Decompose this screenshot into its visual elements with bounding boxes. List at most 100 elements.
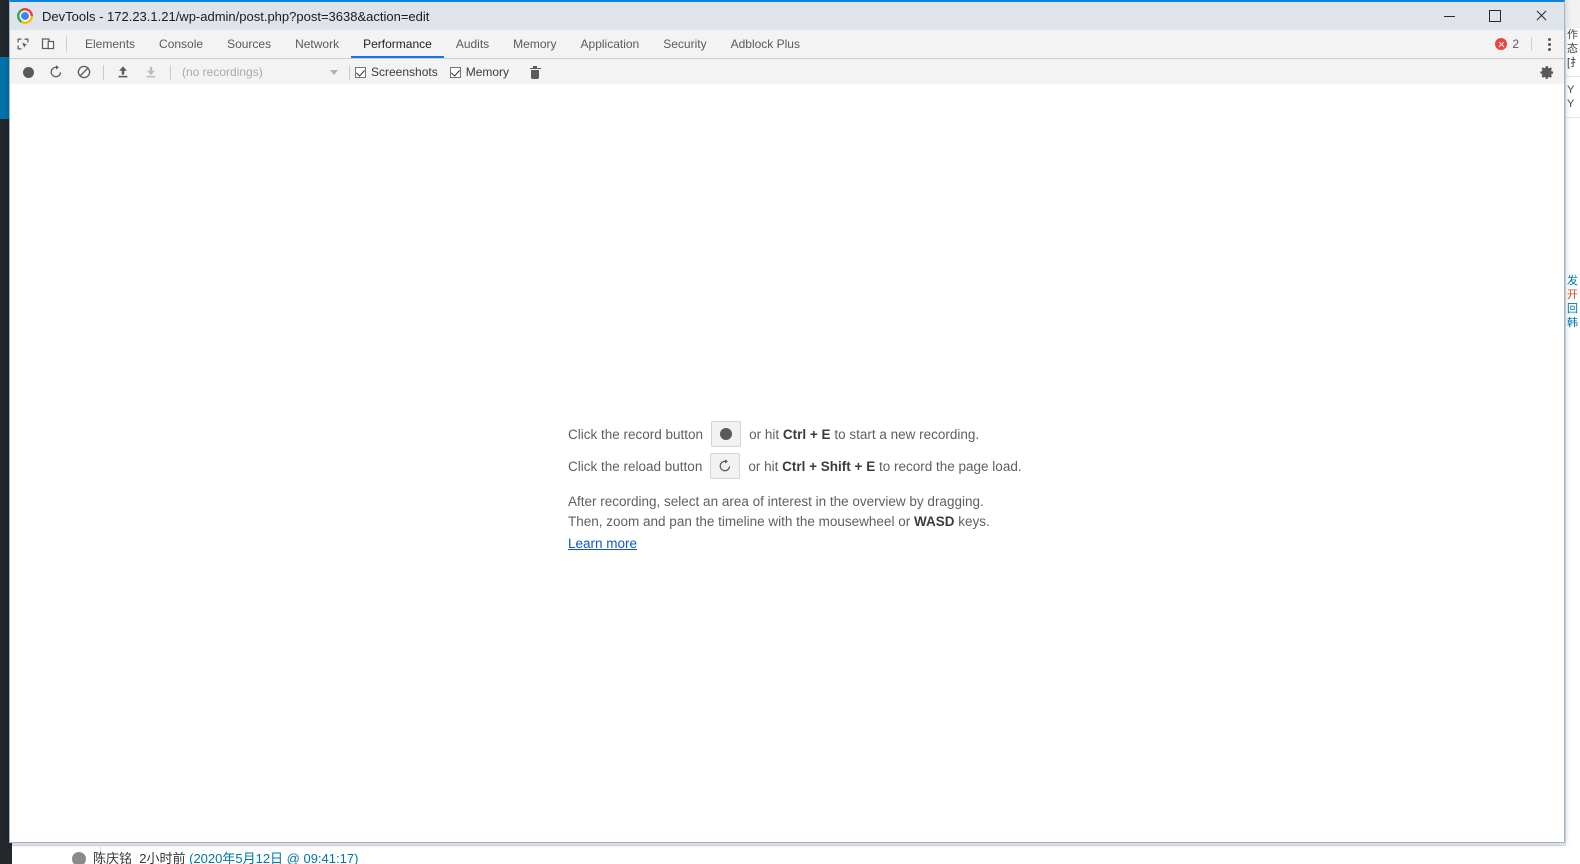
divider	[1531, 37, 1532, 51]
learn-more-link[interactable]: Learn more	[568, 534, 637, 554]
revision-date-link[interactable]: (2020年5月12日 @ 09:41:17)	[189, 851, 358, 864]
reload-instruction-suffix: to record the page load.	[878, 458, 1022, 474]
save-profile-icon	[146, 66, 156, 78]
tab-adblock-plus[interactable]: Adblock Plus	[719, 30, 812, 58]
close-button[interactable]	[1518, 2, 1564, 30]
shortcut-plus: +	[809, 426, 818, 442]
right-edge-link[interactable]: 发	[1566, 274, 1580, 288]
reload-and-record-button[interactable]	[42, 60, 70, 84]
save-profile-button[interactable]	[137, 60, 165, 84]
gear-icon	[1539, 65, 1553, 79]
tab-label: Adblock Plus	[730, 37, 800, 51]
settings-button[interactable]	[1534, 60, 1560, 84]
more-options-kebab-icon[interactable]	[1538, 33, 1560, 55]
console-error-badge[interactable]: 2	[1489, 37, 1525, 51]
tab-label: Security	[663, 37, 707, 51]
tab-network[interactable]: Network	[283, 30, 351, 58]
revision-meta-row: 陈庆铭 2小时前 (2020年5月12日 @ 09:41:17)	[72, 848, 358, 864]
tabstrip-right-controls: 2	[1489, 30, 1564, 58]
right-edge-text: 开	[1567, 289, 1578, 301]
description-line-2a: Then, zoom and pan the timeline with the…	[568, 514, 911, 529]
record-instruction-row: Click the record button or hit Ctrl + E …	[568, 418, 1328, 450]
right-edge-text: 作	[1567, 29, 1578, 41]
tab-application[interactable]: Application	[569, 30, 652, 58]
divider	[170, 64, 171, 80]
right-edge-text: 态	[1567, 43, 1578, 55]
divider	[349, 64, 350, 80]
clear-recording-button[interactable]	[70, 60, 98, 84]
right-edge-text: [扌	[1567, 57, 1580, 69]
collect-garbage-button[interactable]	[521, 60, 549, 84]
record-button[interactable]	[14, 60, 42, 84]
maximize-button[interactable]	[1472, 2, 1518, 30]
tab-label: Memory	[513, 37, 557, 51]
record-instruction-mid: or hit	[749, 426, 780, 442]
inline-record-button[interactable]	[711, 421, 742, 447]
tab-memory[interactable]: Memory	[501, 30, 568, 58]
shortcut-key: Ctrl	[782, 426, 807, 442]
tab-label: Elements	[85, 37, 136, 51]
inline-reload-button[interactable]	[710, 453, 741, 479]
tab-label: Performance	[363, 37, 432, 51]
tab-security[interactable]: Security	[651, 30, 718, 58]
checkbox-box	[355, 66, 366, 78]
tab-label: Network	[295, 37, 340, 51]
reload-record-icon	[50, 65, 62, 78]
collect-garbage-icon	[529, 65, 541, 79]
shortcut-key: E	[821, 426, 831, 442]
toggle-device-toolbar-icon[interactable]	[35, 30, 60, 58]
right-edge-text: Y	[1567, 98, 1575, 110]
wp-admin-right-column: 作 态 [扌 Y Y 发 开 回 韩	[1565, 28, 1580, 864]
description-line-1: After recording, select an area of inter…	[568, 494, 984, 509]
checkbox-box	[449, 66, 461, 78]
revision-relative-time: 2小时前	[139, 851, 186, 864]
description-line-2b: keys.	[958, 514, 990, 529]
inspect-element-icon[interactable]	[10, 30, 35, 58]
landing-description: After recording, select an area of inter…	[568, 492, 1328, 554]
right-edge-link[interactable]: 回	[1566, 302, 1580, 316]
window-controls	[1426, 2, 1564, 30]
shortcut-plus: +	[809, 458, 818, 474]
divider	[1566, 76, 1580, 77]
revision-author: 陈庆铭	[93, 851, 133, 864]
reload-instruction-row: Click the reload button or hit Ctrl + Sh…	[568, 450, 1328, 482]
load-profile-icon	[118, 66, 128, 78]
chrome-logo-icon	[17, 8, 33, 24]
devtools-titlebar: DevTools - 172.23.1.21/wp-admin/post.php…	[10, 2, 1564, 30]
error-count: 2	[1512, 37, 1519, 51]
screenshots-label: Screenshots	[371, 65, 438, 79]
tab-list: Elements Console Sources Network Perform…	[73, 30, 812, 58]
minimize-button[interactable]	[1426, 2, 1472, 30]
tab-performance[interactable]: Performance	[351, 30, 444, 58]
avatar	[72, 852, 86, 864]
clear-recording-icon	[77, 65, 91, 79]
shortcut-key: Ctrl	[782, 458, 806, 474]
reload-instruction-mid: or hit	[748, 458, 779, 474]
window-title: DevTools - 172.23.1.21/wp-admin/post.php…	[42, 8, 430, 24]
right-edge-text: Y	[1567, 84, 1575, 96]
reload-instruction-prefix: Click the reload button	[568, 458, 703, 474]
divider	[103, 64, 104, 80]
load-profile-button[interactable]	[109, 60, 137, 84]
tab-elements[interactable]: Elements	[73, 30, 147, 58]
shortcut-key: E	[866, 458, 876, 474]
record-instruction-prefix: Click the record button	[568, 426, 704, 442]
recordings-dropdown[interactable]: (no recordings)	[176, 62, 344, 82]
record-icon	[22, 66, 34, 78]
record-icon	[720, 428, 733, 440]
memory-checkbox[interactable]: Memory	[449, 65, 510, 79]
devtools-tabstrip: Elements Console Sources Network Perform…	[10, 30, 1564, 59]
tab-console[interactable]: Console	[147, 30, 215, 58]
tab-sources[interactable]: Sources	[215, 30, 283, 58]
right-edge-link[interactable]: 韩	[1566, 316, 1580, 330]
performance-toolbar: (no recordings) Screenshots Memory	[10, 59, 1564, 86]
tab-audits[interactable]: Audits	[444, 30, 501, 58]
shortcut-plus: +	[854, 458, 863, 474]
chevron-down-icon	[330, 69, 338, 75]
performance-panel: Click the record button or hit Ctrl + E …	[10, 84, 1564, 842]
screenshots-checkbox[interactable]: Screenshots	[355, 65, 438, 79]
performance-landing-page: Click the record button or hit Ctrl + E …	[568, 418, 1328, 554]
memory-label: Memory	[465, 65, 510, 79]
background-wordpress-page: 作 态 [扌 Y Y 发 开 回 韩 陈庆铭 2小时前 (2020年5月12日 …	[0, 0, 1580, 864]
tab-label: Audits	[455, 37, 490, 51]
